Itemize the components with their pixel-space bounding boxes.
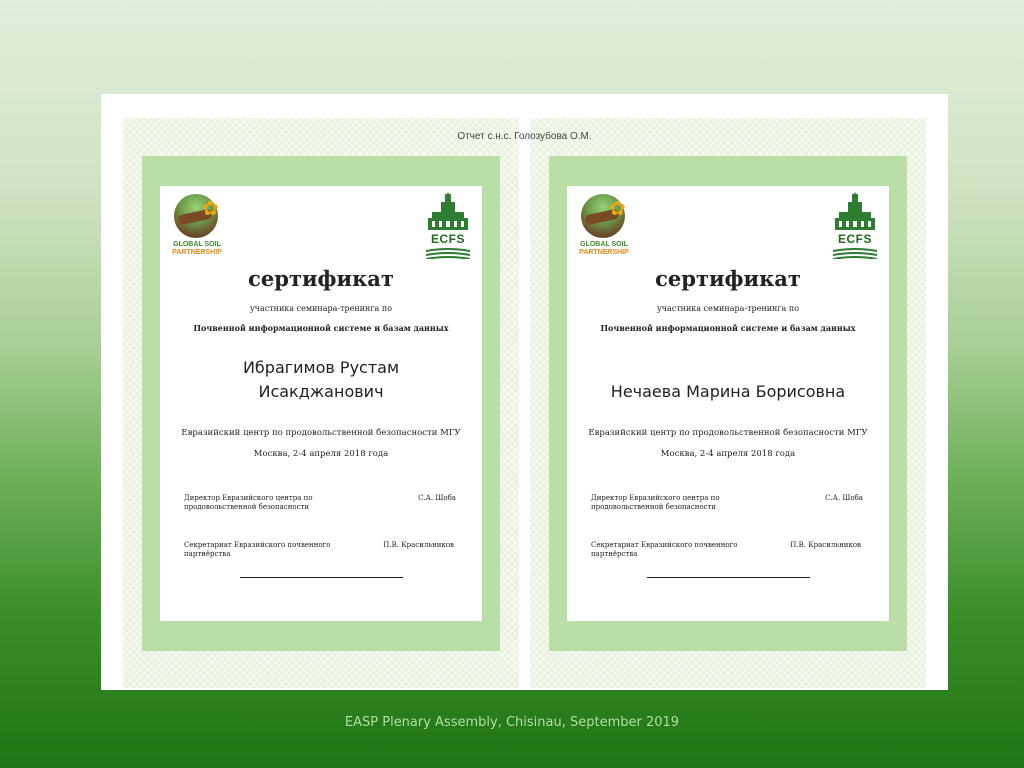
field-icon [833,248,877,259]
signature-line [240,577,403,578]
certificate-left: ✿ GLOBAL SOIL PARTNERSHIP ECFS сертифика… [123,118,519,688]
certificate-title: сертификат [655,266,801,291]
ecfs-logo-text: ECFS [837,232,872,246]
wheat-icon: ✿ [609,196,626,220]
signatory-1-role: Директор Евразийского центра по продовол… [591,494,720,511]
field-icon [426,248,470,259]
ecfs-logo: ECFS [833,192,877,260]
certificate-organization: Евразийский центр по продовольственной б… [588,428,868,438]
certificate-date: Москва, 2-4 апреля 2018 года [253,449,389,459]
slide-image: Отчет с.н.с. Голозубова О.М. ✿ GLOBAL SO… [101,94,948,690]
signatory-1-name: С.А. Шоба [825,494,863,502]
msu-building-icon [835,192,875,230]
certificate-subtitle: участника семинара-тренинга по [249,304,393,313]
ecfs-logo: ECFS [426,192,470,260]
certificate-paper: ✿ GLOBAL SOIL PARTNERSHIP ECFS сертифика… [567,186,889,621]
gsp-logo-text: GLOBAL SOIL PARTNERSHIP [172,241,222,256]
signature-line [647,577,810,578]
certificate-paper: ✿ GLOBAL SOIL PARTNERSHIP ECFS сертифика… [160,186,482,621]
certificate-subtitle: участника семинара-тренинга по [656,304,800,313]
certificate-frame: ✿ GLOBAL SOIL PARTNERSHIP ECFS сертифика… [549,156,907,651]
global-soil-partnership-logo: ✿ GLOBAL SOIL PARTNERSHIP [166,194,228,262]
wheat-icon: ✿ [202,196,219,220]
signatory-2-name: П.В. Красильников [383,541,454,549]
signatory-2-role: Секретариат Евразийского почвенного парт… [591,541,738,558]
signatory-1-role: Директор Евразийского центра по продовол… [184,494,313,511]
certificate-title: сертификат [248,266,394,291]
certificate-course: Почвенной информационной системе и базам… [600,323,856,333]
certificate-frame: ✿ GLOBAL SOIL PARTNERSHIP ECFS сертифика… [142,156,500,651]
recipient-name: Нечаева Марина Борисовна [610,382,846,401]
ecfs-logo-text: ECFS [430,232,465,246]
global-soil-partnership-logo: ✿ GLOBAL SOIL PARTNERSHIP [573,194,635,262]
gsp-logo-text: GLOBAL SOIL PARTNERSHIP [579,241,629,256]
certificate-course: Почвенной информационной системе и базам… [193,323,449,333]
certificate-date: Москва, 2-4 апреля 2018 года [660,449,796,459]
signatory-2-name: П.В. Красильников [790,541,861,549]
slide-footer: EASP Plenary Assembly, Chisinau, Septemb… [344,715,680,730]
report-note: Отчет с.н.с. Голозубова О.М. [457,131,592,142]
signatory-2-role: Секретариат Евразийского почвенного парт… [184,541,331,558]
signatory-1-name: С.А. Шоба [418,494,456,502]
certificate-organization: Евразийский центр по продовольственной б… [181,428,461,438]
msu-building-icon [428,192,468,230]
recipient-name: Ибрагимов Рустам Исакджанович [242,358,400,401]
certificate-right: ✿ GLOBAL SOIL PARTNERSHIP ECFS сертифика… [530,118,926,688]
